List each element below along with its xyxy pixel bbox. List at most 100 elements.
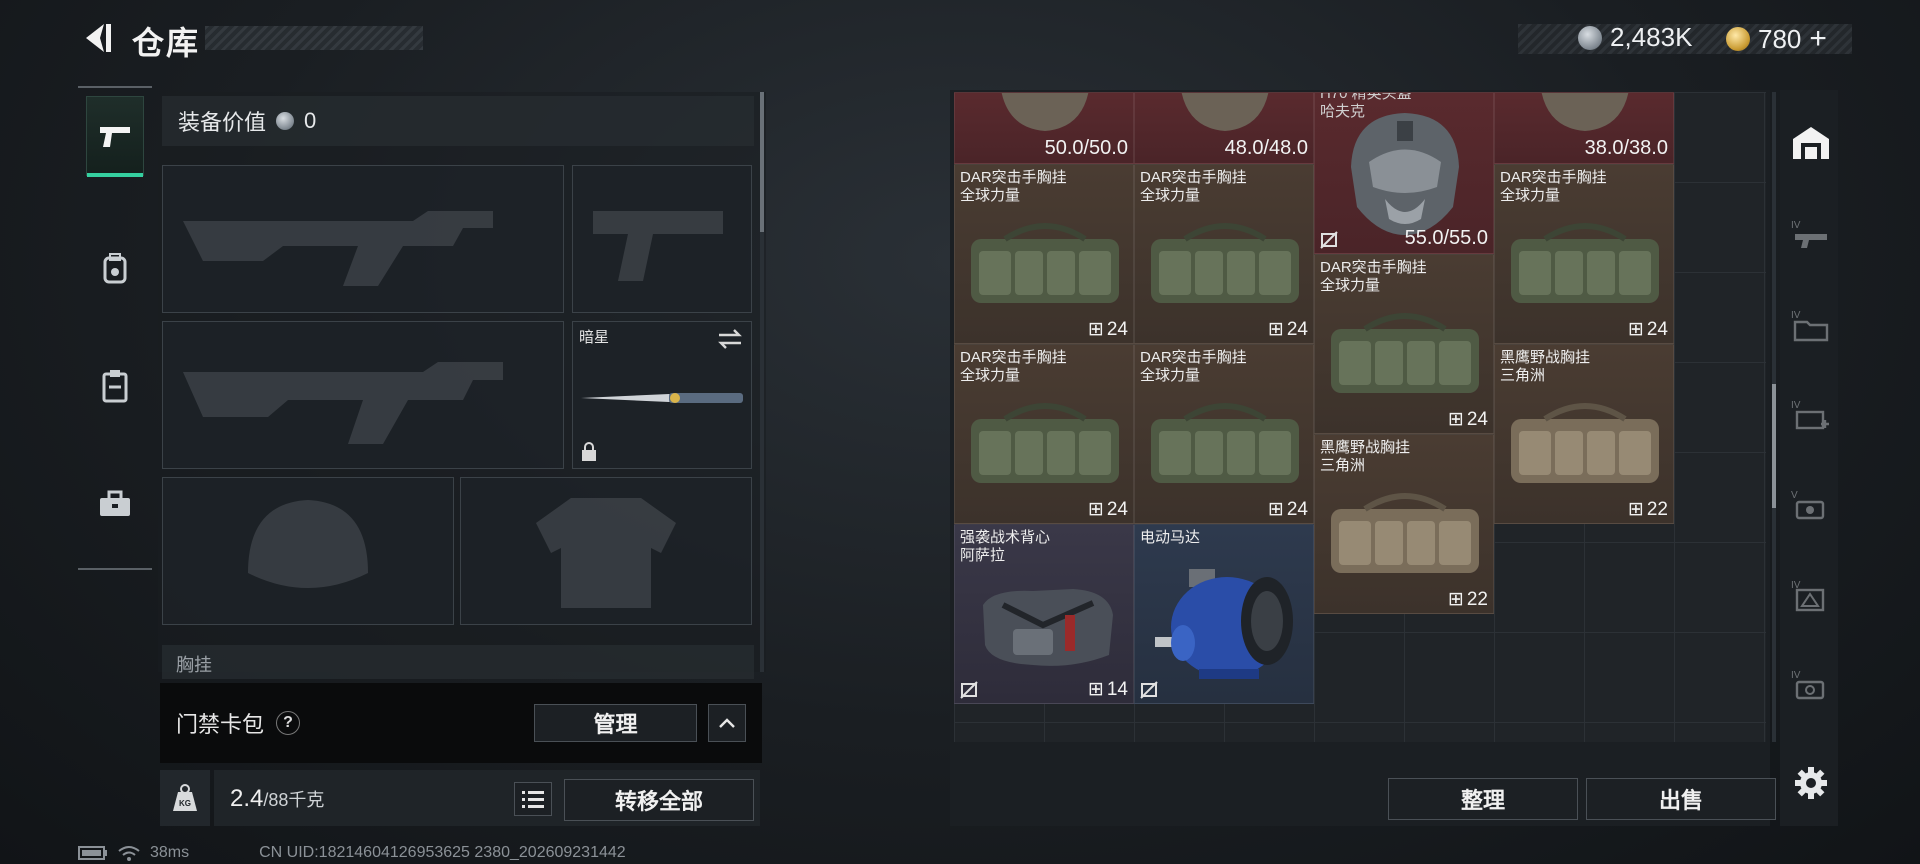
armor-slot[interactable]: [460, 477, 752, 625]
inventory-item[interactable]: DAR突击手胸挂 全球力量 ⊞ 24: [1494, 164, 1674, 344]
no-insure-icon: [1140, 681, 1158, 699]
item-count-value: 24: [1106, 318, 1128, 340]
svg-text:IV: IV: [1791, 670, 1801, 681]
clipboard-icon: [102, 370, 128, 403]
inventory-item[interactable]: 黑鹰野战胸挂 三角洲 ⊞ 22: [1494, 344, 1674, 524]
nav-backpack-tab[interactable]: [86, 228, 144, 308]
weight-max: /88千克: [263, 790, 325, 810]
secondary-weapon-slot[interactable]: [162, 321, 564, 469]
chest-rig-icon: [1511, 403, 1659, 483]
weapon-storage-icon: IV: [1791, 220, 1827, 248]
chest-rig-icon: [1151, 223, 1299, 303]
sort-button[interactable]: 整理: [1388, 778, 1578, 820]
item-name: DAR突击手胸挂 全球力量: [1140, 349, 1247, 384]
rail-storage-weapons[interactable]: IV: [1784, 200, 1838, 270]
helmet-icon: [1541, 93, 1629, 131]
loadout-scroll-thumb[interactable]: [760, 92, 764, 232]
pistol-icon: [100, 127, 130, 147]
back-button[interactable]: [78, 20, 112, 56]
knife-icon: [581, 393, 743, 403]
list-icon: [522, 791, 544, 808]
chest-rig-label: 胸挂: [176, 655, 212, 675]
chest-rig-icon: [971, 403, 1119, 483]
sell-button[interactable]: 出售: [1586, 778, 1776, 820]
item-count: ⊞ 22: [1628, 498, 1668, 521]
helmet-icon: [1001, 93, 1089, 131]
item-durability: 48.0/48.0: [1224, 137, 1308, 159]
swap-icon[interactable]: [717, 328, 743, 350]
inventory-scroll-thumb[interactable]: [1772, 384, 1776, 508]
rail-storage-ammo[interactable]: IV: [1784, 290, 1838, 360]
inventory-item[interactable]: H70 精英头盔 哈夫克 55.0/55.0: [1314, 92, 1494, 254]
item-count: ⊞ 24: [1088, 318, 1128, 341]
hafu-coin-balance[interactable]: 2,483K: [1578, 22, 1692, 53]
rail-storage-medical[interactable]: IV: [1784, 380, 1838, 450]
capacity-icon: ⊞: [1627, 499, 1644, 520]
inventory-item[interactable]: 电动马达: [1134, 524, 1314, 704]
inventory-item[interactable]: DAR突击手胸挂 全球力量 ⊞ 24: [1134, 344, 1314, 524]
battery-icon: [78, 846, 107, 860]
melee-slot[interactable]: 暗星: [572, 321, 752, 469]
inventory-item[interactable]: DAR突击手胸挂 全球力量 ⊞ 24: [954, 164, 1134, 344]
manage-button[interactable]: 管理: [534, 704, 697, 742]
ping-value: 38ms: [150, 844, 190, 861]
sidearm-slot[interactable]: [572, 165, 752, 313]
melee-name: 暗星: [579, 329, 610, 346]
settings-button[interactable]: [1784, 748, 1838, 818]
helmet-icon: [1181, 93, 1269, 131]
nav-weapons-tab[interactable]: [86, 96, 144, 177]
tactical-vest-icon: [983, 589, 1113, 666]
rail-storage-gear[interactable]: V: [1784, 470, 1838, 540]
back-arrow-icon: [86, 24, 111, 52]
rail-storage-all[interactable]: [1784, 108, 1838, 178]
inventory-item[interactable]: 48.0/48.0: [1134, 92, 1314, 164]
svg-text:IV: IV: [1791, 220, 1801, 231]
inventory-item[interactable]: DAR突击手胸挂 全球力量 ⊞ 24: [1134, 164, 1314, 344]
triangle-coin-balance[interactable]: 780 +: [1726, 22, 1827, 56]
hafu-coin-icon: [276, 112, 295, 130]
item-durability: 50.0/50.0: [1044, 137, 1128, 159]
rail-storage-misc[interactable]: IV: [1784, 650, 1838, 720]
hafu-coin-value: 2,483K: [1610, 22, 1693, 52]
inventory-grid: 50.0/50.0 48.0/48.0 H70 精英头盔 哈夫克 55.0/55…: [954, 92, 1766, 742]
item-durability: 55.0/55.0: [1404, 227, 1488, 249]
inventory-item[interactable]: DAR突击手胸挂 全球力量 ⊞ 24: [954, 344, 1134, 524]
add-currency-icon[interactable]: +: [1809, 22, 1827, 56]
nav-supplies-tab[interactable]: [86, 464, 144, 544]
item-count-value: 24: [1106, 498, 1128, 520]
item-count-value: 22: [1646, 498, 1668, 520]
item-count-value: 22: [1466, 588, 1488, 610]
help-icon[interactable]: ?: [276, 711, 301, 735]
electric-motor-icon: [1155, 569, 1293, 679]
inventory-item[interactable]: 黑鹰野战胸挂 三角洲 ⊞ 22: [1314, 434, 1494, 614]
helmet-silhouette-icon: [248, 500, 368, 588]
inventory-item[interactable]: 50.0/50.0: [954, 92, 1134, 164]
inventory-item[interactable]: DAR突击手胸挂 全球力量 ⊞ 24: [1314, 254, 1494, 434]
nav-vest-tab[interactable]: [86, 346, 144, 426]
helmet-slot[interactable]: [162, 477, 454, 625]
item-name: 黑鹰野战胸挂 三角洲: [1500, 349, 1591, 384]
transfer-all-button[interactable]: 转移全部: [564, 779, 754, 821]
chest-rig-icon: [1511, 223, 1659, 303]
inventory-item[interactable]: 强袭战术背心 阿萨拉 ⊞ 14: [954, 524, 1134, 704]
svg-text:V: V: [1791, 490, 1798, 501]
list-view-button[interactable]: [514, 782, 552, 816]
chest-rig-icon: [1331, 493, 1479, 573]
chest-rig-icon: [971, 223, 1119, 303]
primary-weapon-slot[interactable]: [162, 165, 564, 313]
medical-storage-icon: IV: [1791, 400, 1829, 430]
svg-text:IV: IV: [1791, 310, 1801, 321]
helmet-icon: [1351, 113, 1459, 235]
item-count-value: 14: [1106, 678, 1128, 700]
item-count: ⊞ 24: [1088, 498, 1128, 521]
weight-current: 2.4: [230, 785, 264, 812]
rail-storage-items[interactable]: IV: [1784, 560, 1838, 630]
svg-text:KG: KG: [179, 799, 191, 808]
no-insure-icon: [960, 681, 978, 699]
capacity-icon: ⊞: [1267, 319, 1284, 340]
inventory-item[interactable]: 38.0/38.0: [1494, 92, 1674, 164]
chevron-up-icon: [719, 718, 735, 728]
capacity-icon: ⊞: [1087, 499, 1104, 520]
collapse-button[interactable]: [708, 704, 746, 742]
chest-rig-slot-header[interactable]: 胸挂: [162, 645, 754, 679]
